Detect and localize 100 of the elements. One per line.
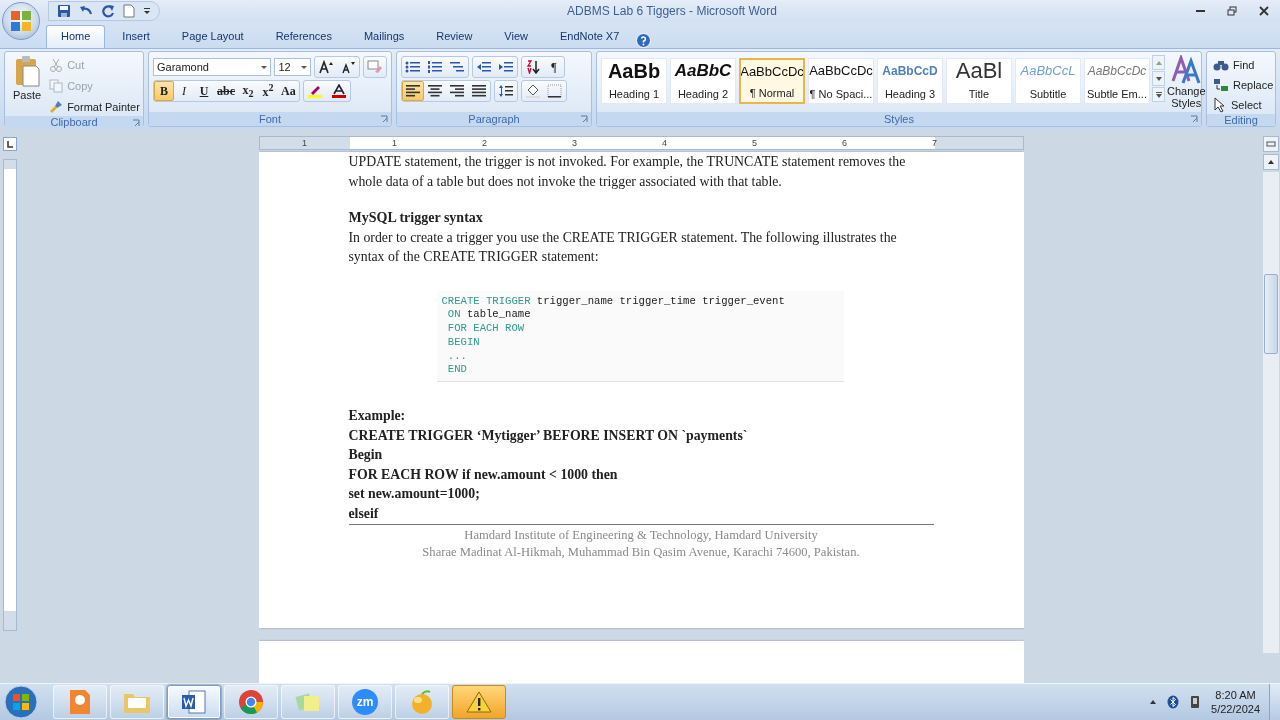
increase-indent-icon — [498, 60, 514, 74]
scissors-icon — [49, 57, 64, 72]
clipboard-icon — [14, 55, 41, 87]
gallery-more-button[interactable] — [1152, 87, 1165, 102]
select-button[interactable]: Select — [1211, 95, 1276, 114]
word-app-icon — [181, 689, 207, 715]
ribbon-tab[interactable]: View — [489, 25, 543, 48]
windows-logo-icon — [4, 685, 38, 719]
ruler-number: 2 — [481, 138, 488, 148]
window-title: ADBMS Lab 6 Tiggers - Microsoft Word — [566, 4, 778, 18]
style-option[interactable]: AaBbC Heading 2 — [670, 58, 736, 104]
tab-stop-button[interactable] — [3, 137, 17, 151]
group-label: Editing — [1224, 114, 1258, 126]
chrome-icon — [238, 689, 264, 715]
subscript-button[interactable]: x$_{2}$ — [238, 81, 258, 101]
code-line: FOR EACH ROW if new.amount < 1000 then — [348, 465, 619, 484]
format-button[interactable]: ¶ — [544, 57, 564, 77]
font-name-field[interactable]: Garamond — [153, 58, 272, 76]
style-option[interactable]: AaBb Heading 1 — [601, 58, 667, 104]
shrink-font-icon — [340, 60, 356, 74]
ruler-icon — [1266, 139, 1276, 149]
bullets-icon — [405, 60, 421, 74]
borders-icon — [547, 84, 563, 98]
more-icon — [1155, 91, 1162, 98]
justify-icon — [471, 84, 487, 98]
case-button[interactable]: Aa — [278, 81, 299, 101]
find-button[interactable]: Find — [1211, 55, 1276, 74]
ruler-number: 3 — [571, 138, 578, 148]
taskbar-button[interactable] — [452, 685, 506, 719]
line-spacing-icon — [498, 84, 514, 98]
superscript-button[interactable]: x$^{2}$ — [258, 81, 278, 101]
device-icon — [1189, 695, 1202, 709]
bluetooth-icon — [1167, 695, 1180, 709]
replace-button[interactable]: Replace — [1211, 75, 1276, 94]
group-label: Font — [259, 113, 281, 125]
ruler-number: 5 — [751, 138, 758, 148]
align-center-icon — [427, 84, 443, 98]
italic-button[interactable]: I — [174, 81, 194, 101]
align-left-button[interactable] — [402, 81, 424, 101]
ribbon-tab[interactable]: Review — [421, 25, 488, 48]
group-label: Paragraph — [468, 113, 520, 125]
quick-access-button[interactable] — [57, 4, 71, 18]
ribbon-tab[interactable]: Insert — [107, 25, 165, 48]
ribbon-tab[interactable]: EndNote X7 — [545, 25, 635, 48]
clock-time: 8:20 AM — [1215, 688, 1256, 702]
format-painter-button[interactable]: Format Painter — [47, 97, 142, 116]
save-icon — [57, 4, 71, 18]
grow-font-icon — [318, 60, 334, 74]
scrollbar-track[interactable] — [1263, 172, 1279, 653]
underline-button[interactable]: U — [194, 81, 214, 101]
body-paragraph: In order to create a trigger you use the CREATE TRIGGER statement. The following illustrates the syntax of the CREATE TRIGGER statement: — [348, 228, 898, 266]
replace-icon — [1213, 77, 1229, 92]
decrease-indent-icon — [476, 60, 492, 74]
tab-stop-icon — [6, 140, 14, 148]
office-button[interactable] — [2, 2, 40, 40]
close-icon — [1259, 6, 1269, 16]
ruler-number: 1 — [391, 138, 398, 148]
quick-access-button[interactable] — [143, 7, 151, 15]
style-option[interactable]: AaBbCcDc ¶ Normal — [739, 58, 805, 104]
copy-icon — [49, 78, 64, 93]
body-paragraph: UPDATE statement, the trigger is not invoked. For example, the TRUNCATE statement removes the whole data of a table but does not invoke the trigger associated with that table. — [348, 153, 907, 191]
ruler-toggle-button[interactable] — [1263, 136, 1279, 152]
paste-button[interactable]: Paste — [9, 55, 46, 116]
eraser-icon — [367, 60, 383, 74]
strike-button[interactable]: abc — [214, 81, 238, 101]
multilevel-list-icon — [449, 60, 465, 74]
ribbon-tab[interactable]: References — [260, 25, 347, 48]
footer-text: Hamdard Institute of Engineering & Technology, Hamdard University — [464, 527, 818, 545]
scroll-up-button[interactable] — [1263, 154, 1279, 170]
help-icon — [636, 33, 652, 48]
ruler-number: 7 — [931, 138, 938, 148]
code-line: CREATE TRIGGER ‘Mytigger’ BEFORE INSERT ON `payments` — [348, 426, 749, 445]
style-option[interactable]: AaBl Title — [946, 58, 1012, 104]
group-label: Clipboard — [50, 116, 98, 128]
style-option[interactable]: AaBbCcDc Subtle Em... — [1084, 58, 1150, 104]
scrollbar-thumb[interactable] — [1264, 274, 1278, 354]
code-line: Example: — [348, 407, 407, 426]
style-option[interactable]: AaBbCcDc ¶ No Spaci... — [808, 58, 874, 104]
gallery-down-button[interactable] — [1152, 71, 1165, 86]
ribbon-tab[interactable]: Home — [46, 25, 106, 48]
font-color-icon — [330, 84, 347, 98]
ruler-number: 1 — [301, 138, 308, 148]
quick-access-button[interactable] — [101, 4, 115, 18]
style-option[interactable]: AaBbCcL Subtitle — [1015, 58, 1081, 104]
font-size-field[interactable]: 12 — [274, 58, 311, 76]
footer-text: Sharae Madinat Al-Hikmah, Muhammad Bin Qasim Avenue, Karachi 74600, Pakistan. — [422, 544, 860, 562]
code-line: elseif — [348, 504, 380, 523]
up-arrow-icon — [1267, 159, 1275, 165]
bold-button[interactable]: B — [154, 81, 174, 101]
ruler-number: 6 — [841, 138, 848, 148]
ribbon-tab[interactable]: Mailings — [348, 25, 420, 48]
style-option[interactable]: AaBbCcD Heading 3 — [877, 58, 943, 104]
ribbon-tab[interactable]: Page Layout — [166, 25, 259, 48]
change-styles-button[interactable]: Change Styles — [1165, 55, 1208, 112]
change-styles-icon — [1171, 55, 1202, 85]
sort-icon — [525, 60, 541, 74]
group-label: Styles — [884, 113, 914, 125]
taskbar-button[interactable] — [167, 685, 221, 719]
align-left-icon — [405, 84, 421, 98]
code-block: CREATE TRIGGER trigger_name trigger_time trigger_event ON table_name FOR EACH ROW BEGIN ... END — [436, 290, 844, 383]
